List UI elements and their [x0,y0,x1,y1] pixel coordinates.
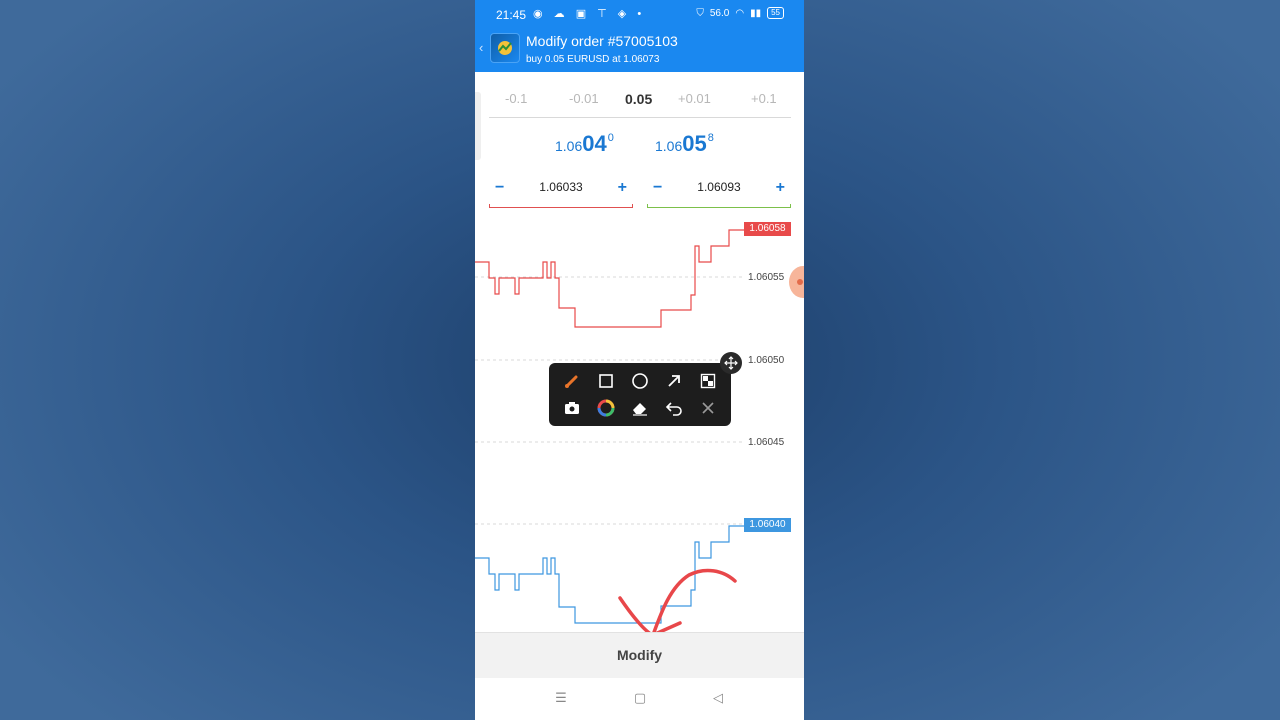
stop-loss-field[interactable]: − 1.06033 + [489,176,633,208]
ask-price: 1.06 05 8 [655,131,714,157]
close-icon[interactable] [696,396,720,420]
bid-pips: 04 [582,131,607,156]
recent-apps-icon[interactable]: ☰ [550,688,572,708]
bid-prefix: 1.06 [555,138,583,154]
ask-fraction: 8 [707,132,714,144]
status-time: 21:45 [496,8,527,22]
volume-current[interactable]: 0.05 [625,91,652,107]
move-icon[interactable] [720,352,742,374]
ask-pips: 05 [682,131,707,156]
volume-minus-0.1[interactable]: -0.1 [505,91,527,106]
volume-stepper: -0.1 -0.01 0.05 +0.01 +0.1 [489,88,791,118]
app-header: 21:45 ◉ ☁ ▣ ⊤ ◈ • ⛉ 56.0 ◠ ▮▮ 55 ‹ Modif… [475,0,804,72]
eraser-icon[interactable] [628,396,652,420]
order-subtitle: buy 0.05 EURUSD at 1.06073 [526,54,660,65]
side-drawer-handle[interactable] [475,92,481,160]
net-speed: 56.0 [709,7,730,19]
wifi-icon: ◠ [735,7,745,19]
system-nav-bar: ☰ ▢ ◁ [475,678,804,720]
logo-graphic [498,41,512,55]
rectangle-icon[interactable] [594,369,618,393]
stop-loss-tick [489,204,490,208]
ask-price-tag: 1.06058 [744,222,791,236]
back-nav-icon[interactable]: ◁ [707,688,729,708]
back-icon[interactable]: ‹ [479,40,483,55]
stop-loss-underline [489,207,633,208]
bid-line [475,525,745,624]
screen-draw-toolbar [549,363,731,426]
circle-icon[interactable] [628,369,652,393]
signal-icon: ▮▮ [750,7,762,19]
volume-plus-0.01[interactable]: +0.01 [678,91,711,106]
take-profit-underline [647,207,791,208]
stop-loss-input[interactable]: 1.06033 [489,180,633,194]
phone-screen: 21:45 ◉ ☁ ▣ ⊤ ◈ • ⛉ 56.0 ◠ ▮▮ 55 ‹ Modif… [475,0,804,720]
arrow-icon[interactable] [662,369,686,393]
axis-label: 1.06055 [748,272,785,283]
system-status-icons: ⛉ 56.0 ◠ ▮▮ 55 [696,7,784,19]
brush-icon[interactable] [560,369,584,393]
modify-button[interactable]: Modify [475,647,804,663]
volume-minus-0.01[interactable]: -0.01 [569,91,599,106]
bid-price: 1.06 04 0 [555,131,614,157]
stop-loss-tick [632,204,633,208]
modify-bar: Modify [475,632,804,678]
mosaic-icon[interactable] [696,369,720,393]
ask-prefix: 1.06 [655,138,683,154]
undo-icon[interactable] [662,396,686,420]
metatrader-logo-icon [490,33,520,63]
bid-fraction: 0 [607,132,614,144]
notification-icons: ◉ ☁ ▣ ⊤ ◈ • [533,8,646,20]
axis-label: 1.06045 [748,437,785,448]
color-wheel-icon[interactable] [594,396,618,420]
shield-icon: ⛉ [696,7,704,19]
camera-icon[interactable] [560,396,584,420]
take-profit-tick [647,204,648,208]
take-profit-input[interactable]: 1.06093 [647,180,791,194]
volume-plus-0.1[interactable]: +0.1 [751,91,777,106]
bid-price-tag: 1.06040 [744,518,791,532]
ask-line [475,229,745,328]
take-profit-field[interactable]: − 1.06093 + [647,176,791,208]
battery-icon: 55 [767,7,784,19]
stop-loss-increment-button[interactable]: + [618,179,627,197]
home-icon[interactable]: ▢ [629,688,651,708]
take-profit-tick [790,204,791,208]
axis-label: 1.06050 [748,355,785,366]
page-title: Modify order #57005103 [526,33,678,49]
take-profit-increment-button[interactable]: + [776,179,785,197]
